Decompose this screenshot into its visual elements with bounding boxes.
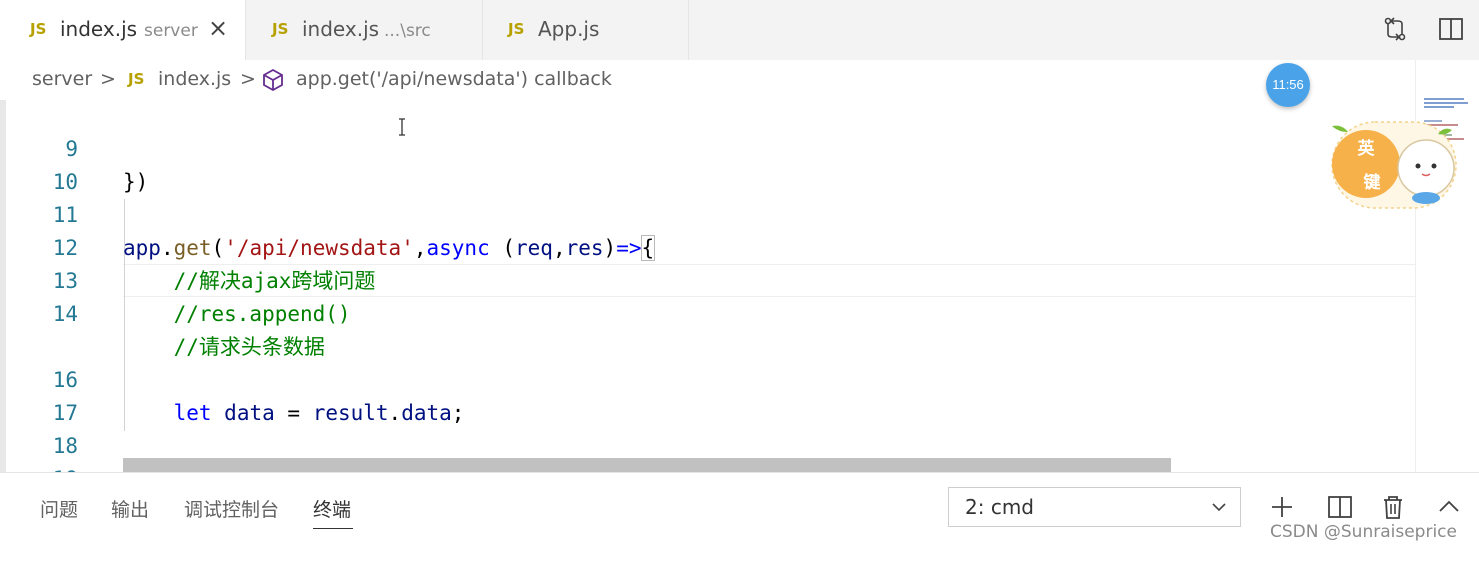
code-line[interactable]: 15 let result = await axios.get('https:/… [0,298,1415,331]
time-badge: 11:56 [1266,63,1310,107]
javascript-file-icon: JS [30,20,47,38]
tab-debug-console[interactable]: 调试控制台 [184,495,279,522]
active-tab-indicator [313,528,353,529]
bottom-panel: 问题 输出 调试控制台 终端 2: cmd CSDN @Sunraisepric… [0,472,1479,554]
tab-problems[interactable]: 问题 [40,495,78,522]
tab-src-index-js[interactable]: JS index.js ...\src [246,0,482,60]
minimap-line [1424,98,1464,100]
breadcrumb-folder[interactable]: server [32,68,92,90]
tab-label: App.js [538,17,600,41]
tab-app-js[interactable]: JS App.js [483,0,688,60]
tab-terminal[interactable]: 终端 [313,495,351,522]
javascript-file-icon: JS [272,20,289,38]
code-line[interactable]: 12 //解决ajax跨域问题 [0,199,1415,293]
code-line[interactable]: 10 [0,133,1415,194]
mascot-char: 键 [1364,172,1381,193]
text-cursor-icon [399,118,405,136]
tab-divider [688,0,689,60]
symbol-method-icon [263,68,283,92]
code-line[interactable]: 17 [0,364,1415,425]
tab-server-index-js[interactable]: JS index.js server × [0,0,245,60]
tab-label: index.js [302,17,380,41]
code-line[interactable]: 14 //请求头条数据 [0,265,1415,359]
javascript-file-icon: JS [508,20,525,38]
mascot-sticker-icon: 英 键 [1331,121,1457,209]
minimap-line [1424,102,1468,104]
tab-output[interactable]: 输出 [111,495,149,522]
code-line[interactable]: 11 app.get('/api/newsdata',async (req,re… [0,166,1415,261]
open-changes-icon[interactable] [1380,14,1410,44]
code-line[interactable]: 13 //res.append() [0,232,1415,326]
close-tab-icon[interactable]: × [208,14,228,42]
mascot-char: 英 [1358,138,1376,159]
terminal-select[interactable]: 2: cmd [948,487,1241,527]
trash-icon[interactable] [1379,493,1407,521]
tab-description: ...\src [384,21,431,41]
chevron-up-icon[interactable] [1435,493,1463,521]
tab-label: index.js [60,17,138,41]
tab-description: server [144,21,198,41]
chevron-down-icon [1212,503,1226,512]
watermark: CSDN @Sunraiseprice [1270,522,1457,542]
breadcrumb-symbol[interactable]: app.get('/api/newsdata') callback [296,68,612,90]
plus-icon[interactable] [1268,493,1296,521]
chevron-right-icon: > [100,68,116,90]
breadcrumb-file[interactable]: index.js [158,68,231,90]
terminal-select-value: 2: cmd [965,495,1034,519]
breadcrumb: server > JS index.js > app.get('/api/new… [0,60,1479,100]
code-line[interactable]: 16 let data = result.data; [0,331,1415,425]
javascript-file-icon: JS [128,70,145,88]
split-editor-icon[interactable] [1436,14,1466,44]
editor-tab-bar: JS index.js server × JS index.js ...\src… [0,0,1479,60]
minimap-line [1424,106,1454,108]
split-icon[interactable] [1326,493,1354,521]
code-line[interactable]: 9 }) [0,100,1415,194]
chevron-right-icon: > [240,68,256,90]
code-line[interactable]: 18 res.send(data) [0,397,1415,491]
